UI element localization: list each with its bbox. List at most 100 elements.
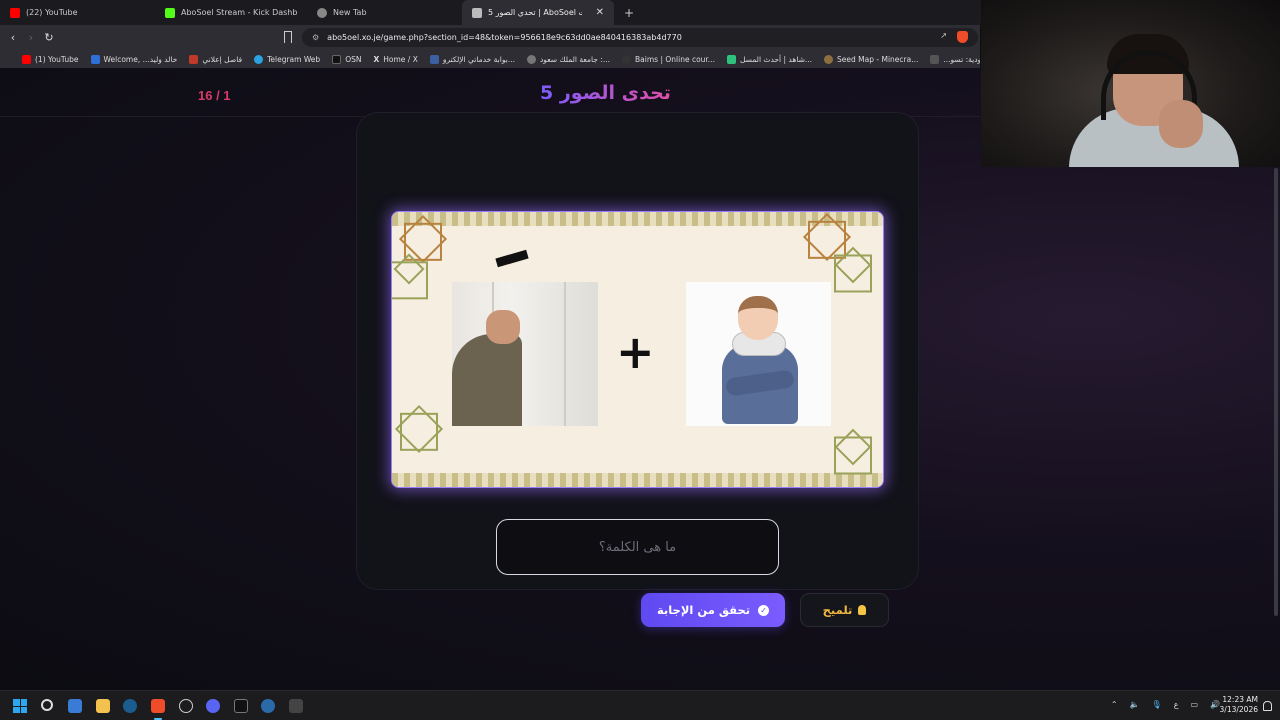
bookmark-item[interactable]: Welcome, ...خالد وليد [85, 54, 184, 64]
bookmark-label: Seed Map - Minecra... [837, 54, 919, 64]
bookmark-item[interactable]: ...السعودية: تسو [924, 54, 980, 64]
new-tab-button[interactable]: + [614, 6, 644, 20]
tab-game-active[interactable]: تحدي الصور 5 | AboSoel فعاليات ✕ [462, 0, 614, 25]
telegram-icon [254, 54, 264, 64]
decorative-border [392, 473, 883, 487]
chevron-up-icon[interactable]: ⌃ [1111, 700, 1118, 709]
tab-youtube[interactable]: (22) YouTube [0, 0, 155, 25]
bookmark-label: Welcome, ...خالد وليد [103, 54, 178, 64]
system-tray: ⌃ 🔈 🎙 ع ▭ 🔊 [1111, 700, 1220, 709]
cold-person-photo [686, 282, 831, 426]
bookmark-item[interactable]: جامعة الملك سعود :... [521, 54, 616, 64]
site-icon [930, 54, 940, 64]
bookmark-item[interactable]: Seed Map - Minecra... [818, 54, 924, 64]
door-panel-line [564, 282, 566, 426]
streamer-hand-shape [1159, 100, 1203, 148]
youtube-icon [10, 7, 20, 18]
task-view-icon[interactable] [68, 699, 82, 713]
answer-input[interactable] [496, 519, 779, 575]
reload-icon[interactable]: ↻ [40, 31, 58, 44]
search-icon[interactable] [41, 699, 53, 711]
bookmark-item[interactable]: شاهد | أحدث المسل... [721, 54, 818, 64]
steam-icon[interactable] [261, 699, 275, 713]
url-field[interactable]: ⚙ abo5oel.xo.je/game.php?section_id=48&t… [302, 28, 978, 47]
lightbulb-icon [858, 605, 867, 615]
site-icon [189, 54, 199, 64]
tab-label: New Tab [333, 8, 367, 17]
globe-icon [526, 54, 536, 64]
hint-label: تلميح [822, 603, 853, 617]
shahid-icon [726, 54, 736, 64]
bookmark-item[interactable]: بوابة خدماتي الإلكترو... [424, 54, 521, 64]
bookmark-item[interactable]: X Home / X [367, 55, 423, 64]
site-settings-icon[interactable]: ⚙ [312, 33, 319, 42]
tab-label: تحدي الصور 5 | AboSoel فعاليات [488, 8, 582, 17]
x-icon: X [373, 54, 380, 64]
app-icon[interactable] [179, 699, 193, 713]
tab-kick-dashboard[interactable]: AboSoel Stream - Kick Dashboard [155, 0, 307, 25]
decorative-star-icon [394, 404, 444, 454]
bookmark-item[interactable]: OSN [326, 54, 367, 64]
file-explorer-icon[interactable] [96, 699, 110, 713]
page-scrollbar[interactable] [1274, 168, 1278, 616]
kick-icon [165, 7, 175, 18]
windows-start-icon[interactable] [13, 699, 27, 713]
bookmark-label: (1) YouTube [35, 54, 79, 64]
page-title: تحدى الصور 5 [540, 82, 671, 104]
steam-icon[interactable] [123, 699, 137, 713]
puzzle-image: + [391, 211, 884, 488]
bookmark-label: Baims | Online cour... [635, 54, 715, 64]
fist-shape [486, 310, 520, 344]
windows-taskbar: ⌃ 🔈 🎙 ع ▭ 🔊 12:23 AM 3/13/2026 [0, 690, 1280, 720]
brave-shield-icon[interactable] [957, 31, 968, 43]
check-answer-label: تحقق من الإجابة [656, 603, 751, 617]
system-clock[interactable]: 12:23 AM 3/13/2026 [1220, 695, 1258, 715]
arm-shape [452, 334, 522, 426]
game-app-icon[interactable] [234, 699, 248, 713]
site-icon [824, 54, 834, 64]
tab-new-tab[interactable]: New Tab [307, 0, 462, 25]
question-counter: 16 / 1 [198, 88, 231, 103]
clock-date: 3/13/2026 [1219, 705, 1258, 714]
check-answer-button[interactable]: ✓ تحقق من الإجابة [641, 593, 785, 627]
bookmark-item[interactable]: فاصل إعلاني [183, 54, 248, 64]
back-arrow-icon[interactable]: ‹ [4, 31, 22, 44]
display-icon[interactable]: ▭ [1190, 700, 1198, 709]
discord-icon[interactable] [206, 699, 220, 713]
new-tab-icon [317, 7, 327, 18]
clock-time: 12:23 AM [1222, 695, 1258, 704]
tab-label: AboSoel Stream - Kick Dashboard [181, 8, 297, 17]
bookmark-label: بوابة خدماتي الإلكترو... [442, 54, 515, 64]
check-circle-icon: ✓ [758, 604, 770, 616]
bookmarks-bar: (1) YouTube Welcome, ...خالد وليد فاصل إ… [0, 50, 980, 68]
knocking-door-photo [452, 282, 598, 426]
site-icon [429, 54, 439, 64]
notification-bell-icon[interactable] [1263, 701, 1272, 711]
forward-arrow-icon[interactable]: › [22, 31, 40, 44]
bookmark-item[interactable]: (1) YouTube [16, 54, 85, 64]
bookmark-item[interactable]: Telegram Web [248, 54, 326, 64]
volume-icon[interactable]: 🔊 [1210, 700, 1220, 709]
fatha-diacritic [495, 249, 529, 268]
bookmark-icon[interactable] [284, 31, 292, 43]
bookmark-label: ...السعودية: تسو [943, 54, 980, 64]
bookmark-label: فاصل إعلاني [202, 54, 243, 64]
close-tab-icon[interactable]: ✕ [596, 7, 604, 18]
url-text: abo5oel.xo.je/game.php?section_id=48&tok… [327, 33, 682, 42]
hint-button[interactable]: تلميح [800, 593, 889, 627]
share-icon[interactable]: ↗ [940, 31, 947, 43]
site-icon [90, 54, 100, 64]
bookmark-label: شاهد | أحدث المسل... [739, 54, 813, 64]
speaker-icon[interactable]: 🔈 [1130, 700, 1140, 709]
youtube-icon [22, 54, 31, 64]
osn-icon [332, 54, 342, 64]
tab-label: (22) YouTube [26, 8, 78, 17]
app-icon[interactable] [289, 699, 303, 713]
bookmark-label: Telegram Web [267, 54, 321, 64]
head-shape [738, 296, 778, 340]
brave-browser-icon[interactable] [151, 699, 165, 713]
bookmark-label: Home / X [383, 54, 418, 64]
microphone-icon[interactable]: 🎙 [1152, 700, 1162, 709]
language-indicator[interactable]: ع [1174, 700, 1179, 709]
bookmark-item[interactable]: Baims | Online cour... [616, 54, 721, 64]
